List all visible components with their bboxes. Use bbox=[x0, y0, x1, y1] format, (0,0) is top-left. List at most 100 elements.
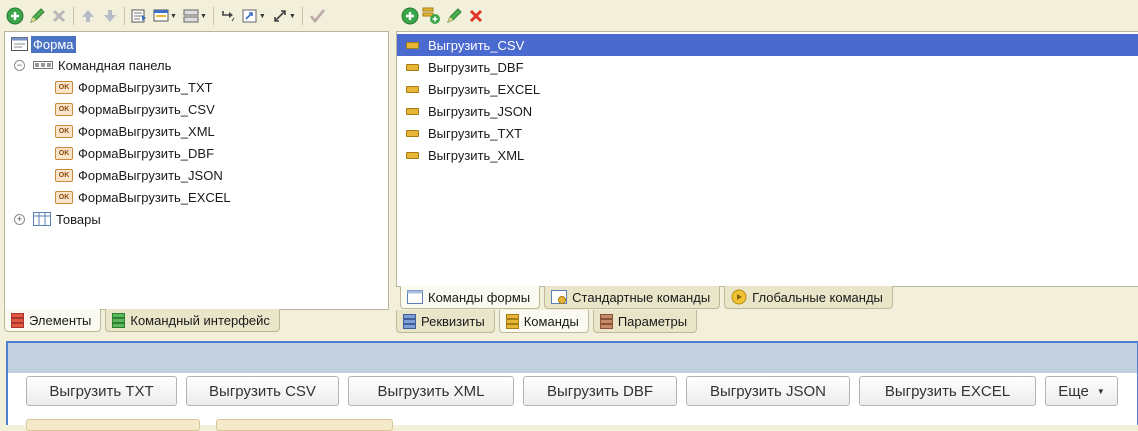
add-icon[interactable] bbox=[399, 5, 421, 27]
form-commands-list: Выгрузить_CSV Выгрузить_DBF Выгрузить_EX… bbox=[396, 31, 1138, 287]
expand-icon[interactable]: + bbox=[14, 213, 25, 225]
list-item-label: Выгрузить_XML bbox=[428, 147, 525, 163]
list-item[interactable]: Выгрузить_EXCEL bbox=[397, 78, 1138, 100]
list-item-label: Выгрузить_DBF bbox=[428, 59, 524, 75]
command-interface-icon bbox=[112, 312, 126, 328]
tree-item-command[interactable]: OK ФормаВыгрузить_TXT bbox=[55, 77, 213, 97]
move-down-icon[interactable] bbox=[99, 5, 121, 27]
more-label: Еще bbox=[1058, 382, 1089, 400]
stretch-icon[interactable] bbox=[269, 5, 291, 27]
list-item[interactable]: Выгрузить_TXT bbox=[397, 122, 1138, 144]
preview-title-bar bbox=[8, 343, 1137, 373]
command-icon bbox=[406, 85, 419, 93]
list-item[interactable]: Выгрузить_DBF bbox=[397, 56, 1138, 78]
tree-item-label: ФормаВыгрузить_DBF bbox=[78, 145, 215, 161]
form-properties-icon[interactable] bbox=[128, 5, 150, 27]
add-icon[interactable] bbox=[4, 5, 26, 27]
tab-attributes[interactable]: Реквизиты bbox=[396, 310, 495, 333]
form-preview: Выгрузить TXT Выгрузить CSV Выгрузить XM… bbox=[6, 341, 1138, 431]
group-icon[interactable] bbox=[180, 5, 202, 27]
list-item[interactable]: Выгрузить_XML bbox=[397, 144, 1138, 166]
tree-item-label: ФормаВыгрузить_EXCEL bbox=[78, 189, 231, 205]
left-tab-bar: Элементы Командный интерфейс bbox=[4, 309, 280, 333]
list-item-label: Выгрузить_JSON bbox=[428, 103, 533, 119]
button-ok-icon: OK bbox=[55, 190, 73, 204]
export-dbf-button[interactable]: Выгрузить DBF bbox=[523, 376, 677, 406]
list-item-label: Выгрузить_CSV bbox=[428, 37, 525, 53]
parameters-icon bbox=[599, 313, 613, 329]
preview-command-bar: Выгрузить TXT Выгрузить CSV Выгрузить XM… bbox=[26, 376, 1118, 406]
move-to-parent-icon[interactable] bbox=[217, 5, 239, 27]
tab-label: Команды формы bbox=[428, 289, 531, 305]
list-item[interactable]: Выгрузить_JSON bbox=[397, 100, 1138, 122]
toolbar-separator bbox=[73, 7, 74, 25]
more-button[interactable]: Еще ▼ bbox=[1045, 376, 1118, 406]
tab-form-commands[interactable]: Команды формы bbox=[400, 286, 541, 309]
standard-commands-icon bbox=[551, 290, 568, 304]
tab-command-interface[interactable]: Командный интерфейс bbox=[105, 309, 280, 332]
chevron-down-icon[interactable]: ▼ bbox=[200, 13, 207, 20]
chevron-down-icon[interactable]: ▼ bbox=[289, 13, 296, 20]
add-attribute-icon[interactable] bbox=[421, 5, 443, 27]
resize-icon[interactable] bbox=[239, 5, 261, 27]
tree-item-command[interactable]: OK ФормаВыгрузить_EXCEL bbox=[55, 187, 231, 207]
export-xml-button[interactable]: Выгрузить XML bbox=[348, 376, 514, 406]
export-txt-button[interactable]: Выгрузить TXT bbox=[26, 376, 177, 406]
command-icon bbox=[406, 41, 419, 49]
command-icon bbox=[406, 107, 419, 115]
tab-global-commands[interactable]: Глобальные команды bbox=[724, 286, 893, 309]
tree-item-command[interactable]: OK ФормаВыгрузить_JSON bbox=[55, 165, 223, 185]
list-item-label: Выгрузить_EXCEL bbox=[428, 81, 541, 97]
form-view-icon[interactable] bbox=[150, 5, 172, 27]
tab-label: Командный интерфейс bbox=[130, 312, 270, 328]
button-ok-icon: OK bbox=[55, 124, 73, 138]
left-toolbar: ▼ ▼ ▼ ▼ bbox=[4, 3, 388, 29]
commands-subtab-bar: Команды формы Стандартные команды Глобал… bbox=[400, 286, 893, 310]
tab-label: Глобальные команды bbox=[752, 289, 883, 305]
global-commands-icon bbox=[731, 289, 747, 305]
tree-item-label: Форма bbox=[31, 35, 76, 53]
tree-item-command-panel[interactable]: − Командная панель bbox=[14, 55, 171, 75]
tab-label: Реквизиты bbox=[421, 313, 485, 329]
button-ok-icon: OK bbox=[55, 80, 73, 94]
table-icon bbox=[33, 212, 51, 226]
tab-label: Элементы bbox=[29, 312, 92, 328]
tab-elements[interactable]: Элементы bbox=[4, 309, 102, 332]
edit-pencil-icon[interactable] bbox=[26, 5, 48, 27]
list-item[interactable]: Выгрузить_CSV bbox=[397, 34, 1138, 56]
button-ok-icon: OK bbox=[55, 102, 73, 116]
check-icon[interactable] bbox=[306, 5, 328, 27]
chevron-down-icon[interactable]: ▼ bbox=[259, 13, 266, 20]
tree-item-command[interactable]: OK ФормаВыгрузить_DBF bbox=[55, 143, 214, 163]
delete-icon[interactable] bbox=[48, 5, 70, 27]
tab-parameters[interactable]: Параметры bbox=[592, 310, 698, 333]
form-icon bbox=[11, 37, 28, 51]
tab-commands[interactable]: Команды bbox=[498, 310, 589, 333]
move-up-icon[interactable] bbox=[77, 5, 99, 27]
tree-item-command[interactable]: OK ФормаВыгрузить_CSV bbox=[55, 99, 215, 119]
button-ok-icon: OK bbox=[55, 168, 73, 182]
tree-root-form[interactable]: Форма bbox=[11, 34, 76, 54]
tab-standard-commands[interactable]: Стандартные команды bbox=[544, 286, 721, 309]
chevron-down-icon[interactable]: ▼ bbox=[170, 13, 177, 20]
right-toolbar bbox=[399, 3, 1137, 29]
export-csv-button[interactable]: Выгрузить CSV bbox=[186, 376, 339, 406]
export-json-button[interactable]: Выгрузить JSON bbox=[686, 376, 850, 406]
edit-pencil-icon[interactable] bbox=[443, 5, 465, 27]
tree-item-label: ФормаВыгрузить_XML bbox=[78, 123, 215, 139]
partial-button bbox=[26, 419, 200, 431]
command-icon bbox=[406, 151, 419, 159]
tab-label: Параметры bbox=[617, 313, 688, 329]
export-excel-button[interactable]: Выгрузить EXCEL bbox=[859, 376, 1036, 406]
command-panel-icon bbox=[33, 61, 53, 69]
commands-icon bbox=[505, 313, 519, 329]
collapse-icon[interactable]: − bbox=[14, 59, 25, 71]
tree-item-table[interactable]: + Товары bbox=[14, 209, 101, 229]
delete-icon[interactable] bbox=[465, 5, 487, 27]
command-icon bbox=[406, 129, 419, 137]
tab-label: Стандартные команды bbox=[572, 289, 711, 305]
tree-item-label: Товары bbox=[56, 211, 101, 227]
tree-item-command[interactable]: OK ФормаВыгрузить_XML bbox=[55, 121, 215, 141]
tree-item-label: ФормаВыгрузить_TXT bbox=[78, 79, 213, 95]
tree-item-label: ФормаВыгрузить_JSON bbox=[78, 167, 223, 183]
